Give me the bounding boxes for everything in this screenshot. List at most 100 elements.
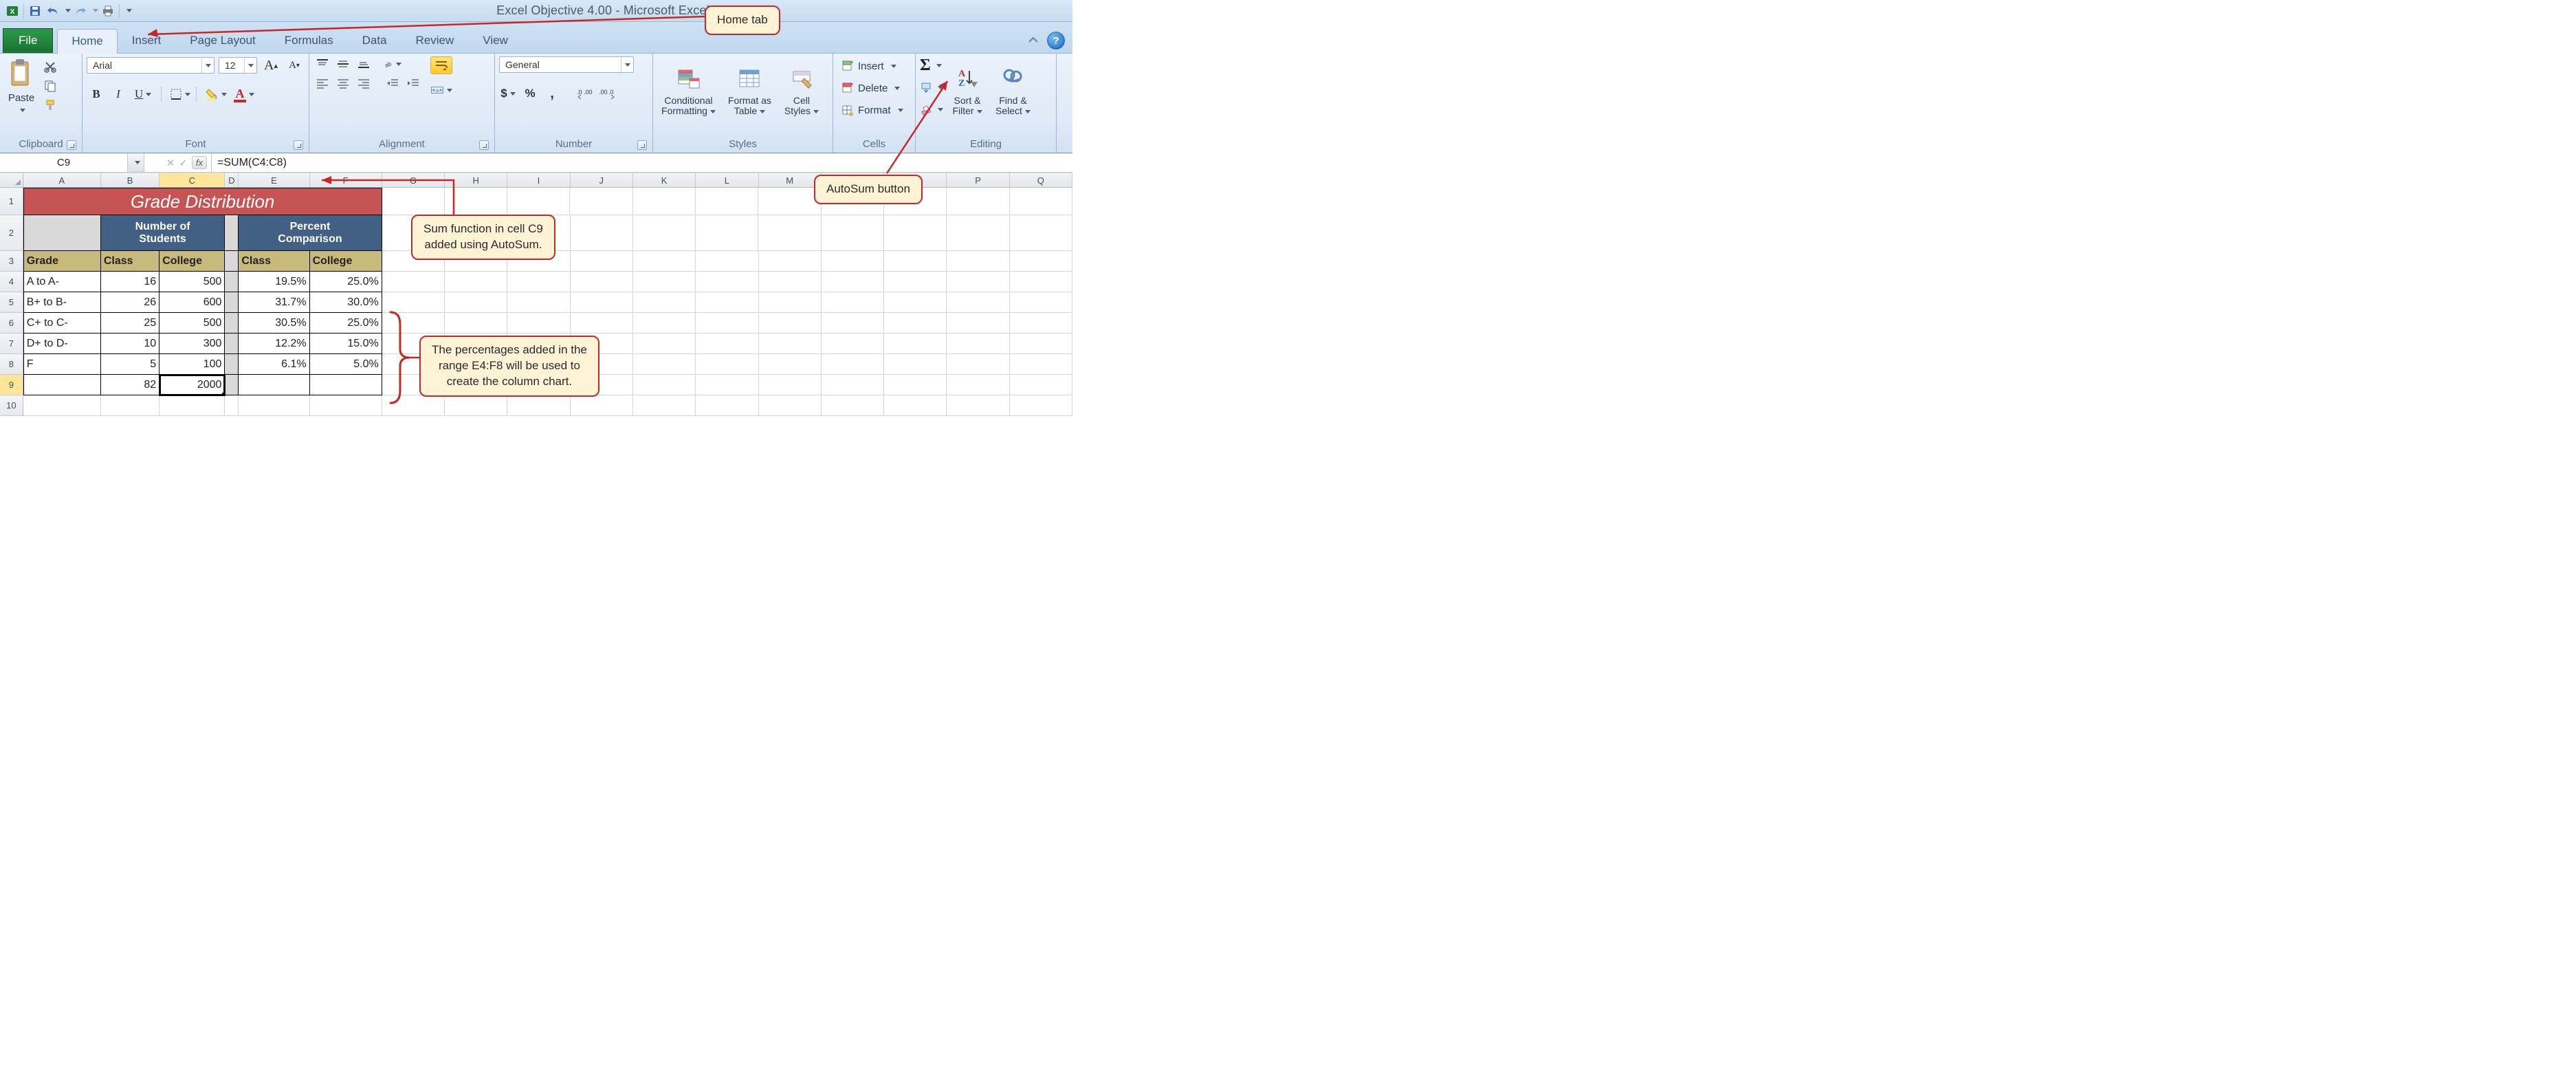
cell[interactable] [382,334,445,354]
font-name-combo[interactable]: Arial [87,57,214,74]
cell[interactable] [507,292,570,313]
cell[interactable] [382,395,445,416]
number-launcher-icon[interactable] [637,140,647,150]
cell-styles-button[interactable]: Cell Styles [780,56,824,125]
cell[interactable] [633,395,696,416]
cell[interactable] [822,272,884,292]
cell[interactable] [310,375,382,395]
cell[interactable] [310,395,382,416]
cell[interactable] [696,375,758,395]
number-format-dropdown-icon[interactable] [621,57,633,72]
cell[interactable] [947,292,1009,313]
cell[interactable]: 5 [101,354,159,375]
cell[interactable] [239,395,309,416]
cell[interactable] [759,272,822,292]
cell[interactable] [947,375,1009,395]
cell[interactable] [1010,375,1072,395]
cell[interactable] [947,272,1009,292]
cell[interactable] [571,354,633,375]
redo-icon[interactable] [72,3,89,19]
cell[interactable] [822,215,884,251]
cell[interactable]: 82 [101,375,159,395]
col-header[interactable]: J [571,173,633,187]
cell[interactable] [696,215,758,251]
increase-indent-icon[interactable] [404,76,422,91]
cell[interactable] [445,354,507,375]
cut-icon[interactable] [43,59,58,74]
fill-button[interactable] [920,78,943,96]
insert-cells-button[interactable]: + Insert [837,56,906,76]
name-box-dropdown-icon[interactable] [127,153,144,172]
minimize-ribbon-icon[interactable] [1026,34,1041,47]
cell[interactable] [445,272,507,292]
cell[interactable] [23,215,101,251]
cell[interactable] [101,395,159,416]
cell[interactable] [758,188,821,215]
cell[interactable] [159,395,225,416]
clear-button[interactable] [920,100,943,118]
row-header[interactable]: 6 [0,313,23,334]
cell[interactable] [225,313,239,334]
redo-dropdown[interactable] [90,3,98,19]
cell[interactable]: Grade Distribution [23,188,382,215]
cell[interactable] [696,354,758,375]
col-header[interactable]: L [696,173,758,187]
cell[interactable] [884,334,947,354]
col-header[interactable]: G [382,173,445,187]
cell[interactable]: 25.0% [310,313,382,334]
cell[interactable] [382,188,445,215]
cell[interactable] [507,395,570,416]
col-header[interactable]: D [225,173,239,187]
cell[interactable] [225,334,239,354]
cell[interactable]: College [310,251,382,272]
cell[interactable] [822,313,884,334]
cell[interactable]: Class [101,251,159,272]
cell[interactable] [225,354,239,375]
cell[interactable] [571,215,633,251]
cell[interactable] [696,313,758,334]
cell[interactable] [758,215,821,251]
cell[interactable] [382,375,445,395]
cell[interactable] [759,313,822,334]
cell[interactable] [225,215,239,251]
cell[interactable] [507,375,570,395]
cell[interactable] [382,272,445,292]
cell[interactable] [1010,313,1072,334]
name-box[interactable]: C9 [0,153,144,172]
orientation-icon[interactable]: ab [384,56,401,72]
tab-review[interactable]: Review [401,28,469,53]
formula-input[interactable]: =SUM(C4:C8) [212,153,1072,172]
wrap-text-button[interactable] [430,56,452,74]
col-header[interactable]: C [159,173,225,187]
cell[interactable]: 30.5% [239,313,309,334]
col-header[interactable]: I [507,173,570,187]
cell[interactable] [225,395,239,416]
cell[interactable]: C+ to C- [23,313,101,334]
cell[interactable] [696,292,758,313]
borders-button[interactable] [166,85,192,103]
tab-data[interactable]: Data [348,28,401,53]
font-launcher-icon[interactable] [294,140,303,150]
row-header[interactable]: 3 [0,251,23,272]
row-header[interactable]: 4 [0,272,23,292]
shrink-font-icon[interactable]: A▾ [285,56,304,74]
cell[interactable]: 500 [159,313,225,334]
align-bottom-icon[interactable] [355,56,373,72]
cell[interactable]: Grade [23,251,101,272]
cell[interactable] [759,375,822,395]
align-center-icon[interactable] [334,76,352,91]
align-right-icon[interactable] [355,76,373,91]
cell[interactable]: 30.0% [310,292,382,313]
cell[interactable] [571,272,633,292]
increase-decimal-icon[interactable]: .0.00 [576,85,594,102]
cell[interactable] [633,313,696,334]
cell[interactable]: 15.0% [310,334,382,354]
cell[interactable] [507,313,570,334]
cell[interactable] [225,251,239,272]
save-icon[interactable] [27,3,43,19]
cell[interactable]: 5.0% [310,354,382,375]
cell[interactable] [507,354,570,375]
autosum-button[interactable]: Σ [920,56,943,74]
row-header[interactable]: 5 [0,292,23,313]
align-top-icon[interactable] [313,56,331,72]
